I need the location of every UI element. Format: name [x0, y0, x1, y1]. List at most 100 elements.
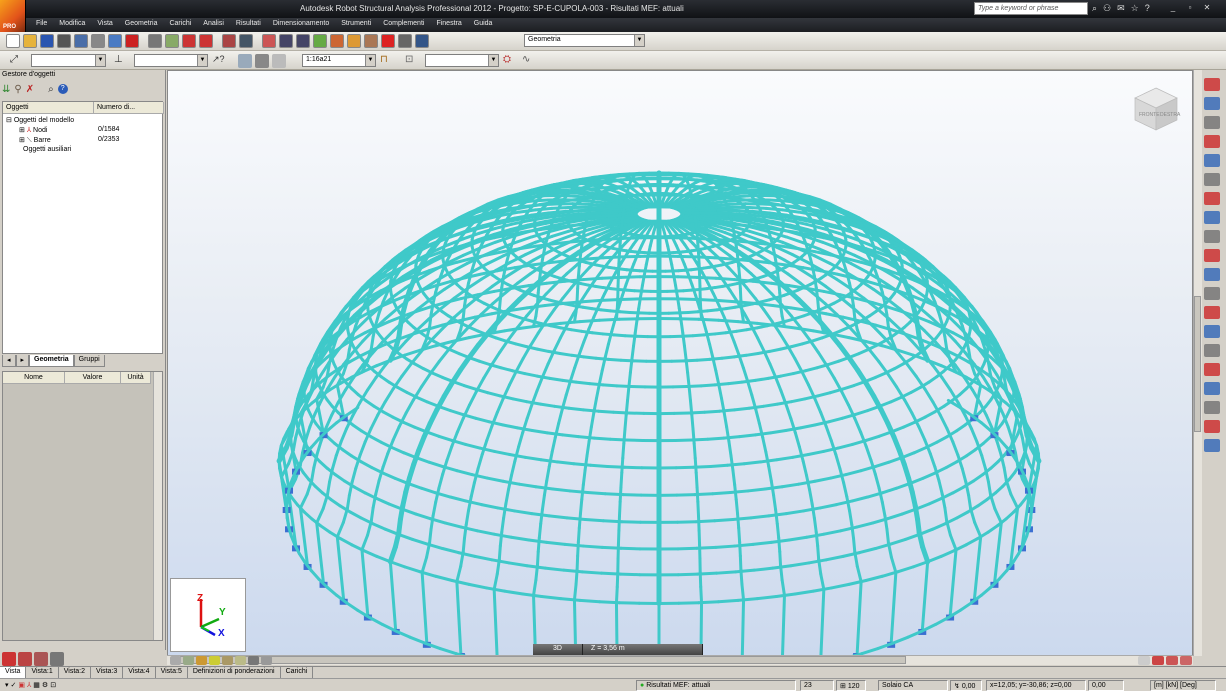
dome-bar[interactable]	[733, 278, 755, 283]
tab-scroll-left[interactable]: ◂	[2, 355, 16, 367]
dome-bar[interactable]	[770, 219, 793, 229]
dome-bar[interactable]	[492, 449, 512, 457]
dome-bar[interactable]	[427, 460, 445, 469]
dome-bar[interactable]	[912, 446, 928, 455]
dome-bar[interactable]	[964, 537, 980, 547]
dome-bar[interactable]	[720, 355, 736, 360]
dome-bar[interactable]	[325, 480, 332, 497]
dome-bar[interactable]	[513, 509, 534, 516]
dome-bar[interactable]	[1004, 388, 1013, 404]
minimize-button[interactable]: _	[1166, 2, 1180, 14]
dome-bar[interactable]	[348, 510, 363, 520]
dome-bar[interactable]	[889, 537, 907, 546]
dome-bar[interactable]	[507, 561, 529, 568]
dome-bar[interactable]	[717, 383, 724, 400]
dome-bar[interactable]	[824, 424, 833, 442]
dome-bar[interactable]	[437, 269, 445, 283]
zoom-in-icon[interactable]	[296, 34, 310, 48]
dome-bar[interactable]	[1029, 498, 1033, 511]
dome-bar[interactable]	[603, 342, 610, 359]
dome-bar[interactable]	[778, 291, 783, 307]
grid-icon[interactable]	[1204, 439, 1220, 452]
viewcube[interactable]: FRONTE DESTRA	[1131, 84, 1181, 134]
dome-bar[interactable]	[635, 306, 641, 322]
node-support-icon[interactable]	[1204, 173, 1220, 186]
dome-bar[interactable]	[746, 379, 754, 397]
dome-bar[interactable]	[535, 375, 544, 393]
dome-bar[interactable]	[880, 486, 899, 495]
tab-scroll-right[interactable]: ▸	[15, 355, 30, 367]
dome-bar[interactable]	[829, 582, 851, 590]
dome-bar[interactable]	[476, 452, 484, 470]
dome-bar[interactable]	[348, 354, 363, 364]
dome-bar[interactable]	[474, 416, 491, 424]
dome-bar[interactable]	[419, 486, 438, 495]
dome-bar[interactable]	[583, 518, 605, 523]
dome-bar[interactable]	[428, 359, 441, 376]
dome-bar[interactable]	[414, 512, 432, 521]
dome-bar[interactable]	[501, 423, 520, 430]
dome-bar[interactable]	[808, 488, 814, 506]
dome-bar[interactable]	[813, 476, 833, 483]
dome-bar[interactable]	[951, 440, 960, 457]
dome-bar[interactable]	[466, 495, 473, 513]
dome-bar[interactable]	[448, 495, 468, 503]
dome-bar[interactable]	[869, 458, 877, 476]
dome-bar[interactable]	[485, 476, 505, 483]
dome-bar[interactable]	[547, 514, 569, 520]
dome-bar[interactable]	[563, 278, 585, 283]
dome-bar[interactable]	[523, 372, 539, 378]
dome-bar[interactable]	[530, 429, 549, 435]
dome-bar[interactable]	[567, 406, 586, 412]
dome-bar[interactable]	[499, 366, 515, 373]
dome-bar[interactable]	[896, 565, 915, 574]
dome-bar[interactable]	[461, 536, 466, 554]
binoculars-icon[interactable]: ⌕	[1092, 3, 1097, 14]
dome-bar[interactable]	[560, 214, 584, 222]
dome-bar[interactable]	[381, 471, 397, 480]
dome-bar[interactable]	[617, 601, 641, 605]
dome-bar[interactable]	[369, 506, 375, 523]
dome-bar[interactable]	[836, 442, 854, 450]
dome-bar[interactable]	[729, 454, 735, 472]
dome-bar[interactable]	[997, 437, 1009, 449]
dome-bar[interactable]	[534, 303, 539, 318]
dome-bar[interactable]	[305, 388, 314, 404]
dome-bar[interactable]	[728, 186, 743, 191]
dome-bar[interactable]	[684, 357, 690, 375]
dome-bar[interactable]	[549, 324, 563, 330]
dome-bar[interactable]	[676, 572, 699, 577]
dome-bar[interactable]	[469, 481, 476, 499]
dome-bar[interactable]	[1004, 479, 1013, 496]
dome-bar[interactable]	[782, 199, 800, 204]
dome-bar[interactable]	[408, 635, 427, 645]
dome-bar[interactable]	[873, 269, 881, 283]
dome-bar[interactable]	[837, 238, 859, 250]
dome-bar[interactable]	[470, 473, 489, 480]
dome-bar[interactable]	[824, 363, 836, 380]
dome-bar[interactable]	[298, 492, 309, 510]
dome-bar[interactable]	[619, 546, 642, 551]
dome-bar[interactable]	[462, 293, 468, 308]
dome-bar[interactable]	[839, 525, 859, 533]
dome-bar[interactable]	[806, 449, 826, 457]
chevron-down-icon[interactable]: ▼	[197, 55, 207, 66]
dome-bar[interactable]	[352, 485, 367, 495]
dome-bar[interactable]	[539, 202, 559, 207]
dome-bar[interactable]	[970, 427, 979, 444]
dome-bar[interactable]	[374, 311, 381, 327]
dome-bar[interactable]	[713, 331, 728, 336]
dome-bar[interactable]	[620, 456, 625, 475]
dome-bar[interactable]	[352, 331, 367, 341]
dome-bar[interactable]	[708, 342, 715, 359]
dome-bar[interactable]	[780, 578, 786, 597]
dome-bar[interactable]	[819, 572, 826, 591]
dome-bar[interactable]	[686, 272, 694, 287]
dome-bar[interactable]	[877, 486, 884, 504]
dome-bar[interactable]	[827, 416, 844, 424]
dome-bar[interactable]	[574, 299, 579, 314]
dome-bar[interactable]	[582, 355, 598, 360]
dome-bar[interactable]	[718, 408, 736, 413]
dome-bar[interactable]	[539, 258, 544, 272]
dome-bar[interactable]	[697, 514, 701, 533]
